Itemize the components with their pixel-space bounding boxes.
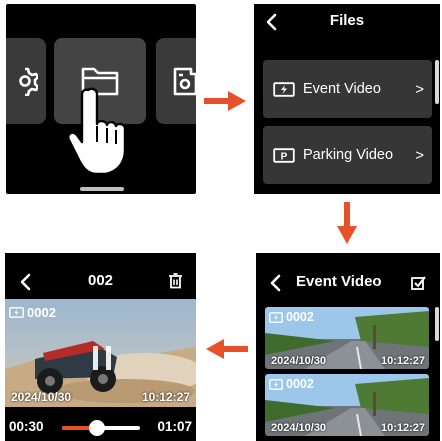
page-title: Event Video (296, 273, 382, 290)
clip-name: 0002 (286, 377, 314, 391)
pause-icon[interactable] (91, 345, 113, 371)
parking-icon: P (273, 147, 295, 163)
file-item-label: Event Video (303, 81, 381, 97)
home-screen (6, 4, 196, 194)
clip-date: 2024/10/30 (271, 422, 327, 434)
checkbox-select-icon[interactable] (411, 275, 426, 290)
event-video-icon (9, 307, 24, 318)
progress-knob[interactable] (89, 420, 106, 436)
file-item-parking-video[interactable]: P Parking Video > (263, 126, 432, 184)
video-player-screen: 002 0002 2024/10/30 10:12:27 00:30 01:07 (5, 253, 196, 441)
settings-app-tile[interactable] (6, 38, 46, 124)
gear-icon (19, 67, 38, 96)
clip-thumbnail[interactable]: 0002 2024/10/30 10:12:27 (265, 374, 429, 436)
scrollbar[interactable] (435, 307, 439, 341)
page-title: Files (329, 12, 365, 29)
files-screen: Files Event Video > P Parking Video > (254, 4, 440, 194)
chevron-right-icon: > (415, 146, 424, 164)
scrollbar[interactable] (435, 60, 439, 104)
clip-date: 2024/10/30 (271, 355, 327, 367)
clip-label: 0002 (269, 310, 314, 324)
event-video-icon (273, 81, 295, 97)
playback-controls: 00:30 01:07 (5, 415, 196, 439)
down-arrow-icon (337, 202, 357, 244)
clip-time: 10:12:27 (141, 390, 190, 404)
file-item-event-video[interactable]: Event Video > (263, 60, 432, 118)
left-arrow-icon (206, 339, 248, 359)
elapsed-time: 00:30 (9, 419, 44, 434)
event-video-icon (269, 311, 283, 323)
clip-label: 0002 (269, 377, 314, 391)
dashcam-app-tile[interactable] (156, 38, 196, 124)
clip-name: 0002 (286, 310, 314, 324)
home-indicator-bar (80, 187, 124, 191)
event-video-icon (269, 378, 283, 390)
clip-name: 0002 (27, 305, 56, 320)
clip-time: 10:12:27 (380, 422, 425, 434)
back-chevron-icon[interactable] (268, 274, 284, 292)
right-arrow-icon (204, 91, 246, 111)
clip-time: 10:12:27 (380, 355, 425, 367)
clip-label: 0002 (9, 305, 56, 320)
svg-text:P: P (281, 151, 288, 162)
file-item-label: Parking Video (303, 147, 394, 163)
video-frame[interactable]: 0002 2024/10/30 10:12:27 (5, 299, 196, 407)
trash-icon[interactable] (168, 273, 183, 289)
total-duration: 01:07 (157, 419, 192, 434)
chevron-right-icon: > (415, 80, 424, 98)
clip-thumbnail[interactable]: 0002 2024/10/30 10:12:27 (265, 307, 429, 369)
event-video-list-screen: Event Video 0002 2024/10/30 10:12:27 000… (256, 253, 440, 441)
tap-hand-icon (67, 87, 126, 176)
dashcam-icon (173, 67, 196, 96)
clip-date: 2024/10/30 (11, 390, 72, 404)
